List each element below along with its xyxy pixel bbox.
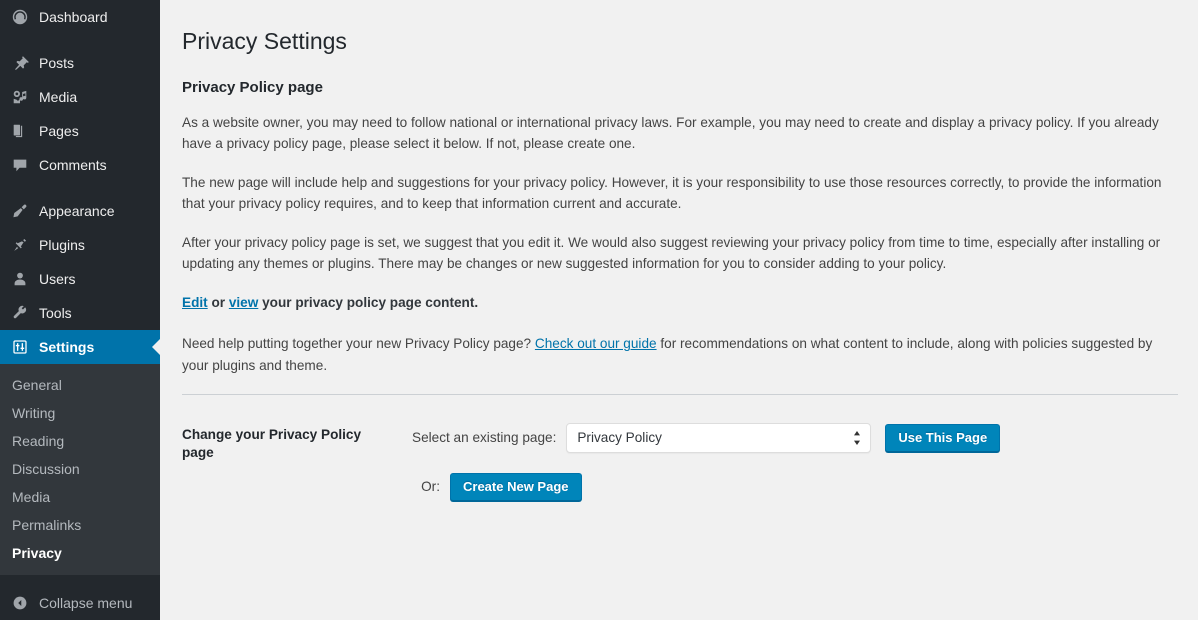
page-select-value: Privacy Policy <box>577 430 662 446</box>
page-select-dropdown[interactable]: Privacy Policy <box>566 422 872 453</box>
select-page-label: Select an existing page: <box>412 430 557 446</box>
sidebar-item-users[interactable]: Users <box>0 262 160 296</box>
sidebar-item-tools[interactable]: Tools <box>0 296 160 330</box>
help-line-before: Need help putting together your new Priv… <box>182 336 535 352</box>
intro-paragraph-3: After your privacy policy page is set, w… <box>182 235 1161 272</box>
privacy-policy-form: Change your Privacy Policy page Select a… <box>182 413 1178 501</box>
section-divider <box>182 393 1178 395</box>
submenu-item-media[interactable]: Media <box>0 483 160 511</box>
or-label: Or: <box>421 479 440 495</box>
settings-submenu: General Writing Reading Discussion Media… <box>0 364 160 575</box>
submenu-item-writing[interactable]: Writing <box>0 399 160 427</box>
current-menu-arrow-icon <box>152 339 160 355</box>
sidebar-item-label: Dashboard <box>39 9 108 25</box>
create-new-page-button[interactable]: Create New Page <box>450 472 582 501</box>
help-guide-line: Need help putting together your new Priv… <box>182 333 1178 375</box>
sidebar-item-label: Tools <box>39 305 72 321</box>
sidebar-item-appearance[interactable]: Appearance <box>0 194 160 228</box>
sidebar-item-label: Plugins <box>39 237 85 253</box>
media-camera-music-icon <box>10 87 30 107</box>
sidebar-item-label: Media <box>39 89 78 105</box>
dashboard-gauge-icon <box>10 7 30 27</box>
intro-paragraph-2: The new page will include help and sugge… <box>182 175 1162 212</box>
settings-sliders-icon <box>10 337 30 357</box>
sidebar-item-comments[interactable]: Comments <box>0 148 160 182</box>
sidebar-item-label: Pages <box>39 123 79 139</box>
collapse-menu-label: Collapse menu <box>39 595 133 611</box>
sidebar-item-label: Users <box>39 271 76 287</box>
page-title: Privacy Settings <box>182 28 347 54</box>
submenu-item-privacy[interactable]: Privacy <box>0 539 160 567</box>
admin-sidebar: Dashboard Posts Media Pages Comments App… <box>0 0 160 620</box>
create-page-row: Or: Create New Page <box>412 472 1168 501</box>
form-row-select: Change your Privacy Policy page Select a… <box>182 413 1178 501</box>
sidebar-item-label: Posts <box>39 55 75 71</box>
select-page-row: Select an existing page: Privacy Policy <box>412 422 1168 453</box>
view-policy-link[interactable]: view <box>229 295 258 310</box>
submenu-item-permalinks[interactable]: Permalinks <box>0 511 160 539</box>
plug-icon <box>10 235 30 255</box>
menu-separator <box>0 182 160 194</box>
collapse-left-arrow-icon <box>10 595 30 611</box>
wrench-icon <box>10 303 30 323</box>
sidebar-item-pages[interactable]: Pages <box>0 114 160 148</box>
sidebar-item-plugins[interactable]: Plugins <box>0 228 160 262</box>
user-person-icon <box>10 269 30 289</box>
edit-line-between: or <box>207 295 229 311</box>
sidebar-item-label: Settings <box>39 339 95 355</box>
submenu-item-reading[interactable]: Reading <box>0 427 160 455</box>
comment-bubble-icon <box>10 155 30 175</box>
sidebar-item-media[interactable]: Media <box>0 80 160 114</box>
sidebar-item-settings[interactable]: Settings <box>0 330 160 364</box>
pushpin-icon <box>10 53 30 73</box>
sidebar-item-dashboard[interactable]: Dashboard <box>0 0 160 34</box>
form-row-label: Change your Privacy Policy page <box>182 426 362 460</box>
edit-policy-link[interactable]: Edit <box>182 295 208 310</box>
sidebar-item-label: Appearance <box>39 203 115 219</box>
submenu-item-general[interactable]: General <box>0 371 160 399</box>
admin-screen: Dashboard Posts Media Pages Comments App… <box>0 0 1198 620</box>
stepper-arrows-icon <box>852 429 862 447</box>
edit-line-tail: your privacy policy page content. <box>258 295 479 311</box>
collapse-menu-button[interactable]: Collapse menu <box>0 586 160 620</box>
pages-stack-icon <box>10 121 30 141</box>
menu-separator <box>0 34 160 46</box>
form-row-fields: Select an existing page: Privacy Policy <box>382 413 1178 501</box>
use-this-page-button[interactable]: Use This Page <box>885 423 1001 452</box>
paintbrush-icon <box>10 201 30 221</box>
submenu-item-discussion[interactable]: Discussion <box>0 455 160 483</box>
sidebar-item-label: Comments <box>39 157 107 173</box>
intro-paragraph-1: As a website owner, you may need to foll… <box>182 115 1159 152</box>
section-title: Privacy Policy page <box>182 79 323 96</box>
check-out-our-guide-link[interactable]: Check out our guide <box>535 336 657 351</box>
sidebar-item-posts[interactable]: Posts <box>0 46 160 80</box>
main-content: Privacy Settings Privacy Policy page As … <box>160 0 1198 620</box>
edit-view-line: Edit or view your privacy policy page co… <box>182 292 1178 313</box>
